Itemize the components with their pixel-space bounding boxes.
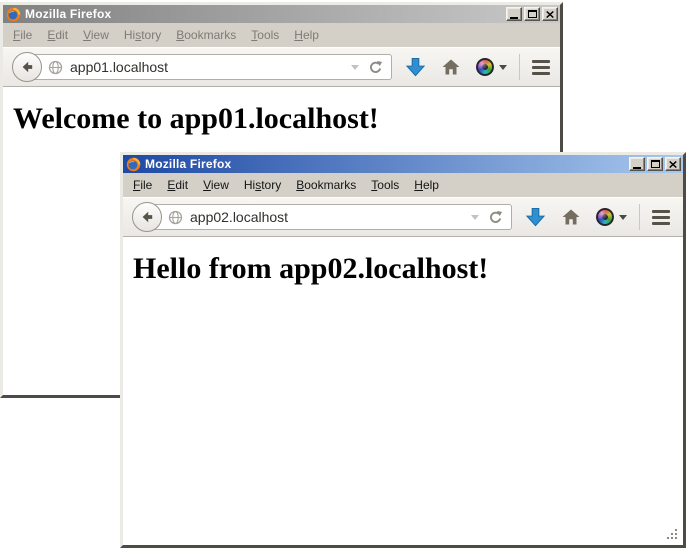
menu-history[interactable]: History bbox=[244, 178, 281, 192]
color-wheel-button[interactable] bbox=[596, 208, 627, 226]
toolbar-separator bbox=[519, 54, 520, 80]
menu-bookmarks[interactable]: Bookmarks bbox=[296, 178, 356, 192]
minimize-button[interactable] bbox=[506, 7, 522, 21]
back-button[interactable] bbox=[12, 52, 42, 82]
site-globe-icon bbox=[168, 210, 183, 225]
downloads-button[interactable] bbox=[405, 57, 426, 78]
window-controls bbox=[629, 157, 681, 171]
home-button[interactable] bbox=[561, 207, 581, 227]
menu-edit[interactable]: Edit bbox=[47, 28, 68, 42]
menu-history[interactable]: History bbox=[124, 28, 161, 42]
titlebar[interactable]: Mozilla Firefox bbox=[3, 5, 560, 23]
menu-view[interactable]: View bbox=[83, 28, 109, 42]
menu-bar: File Edit View History Bookmarks Tools H… bbox=[3, 23, 560, 47]
reload-button[interactable] bbox=[368, 60, 383, 75]
toolbar-separator bbox=[639, 204, 640, 230]
maximize-icon bbox=[651, 160, 660, 168]
color-wheel-icon bbox=[476, 58, 494, 76]
color-wheel-icon bbox=[596, 208, 614, 226]
menu-tools[interactable]: Tools bbox=[251, 28, 279, 42]
back-button[interactable] bbox=[132, 202, 162, 232]
window-title: Mozilla Firefox bbox=[145, 157, 629, 171]
firefox-icon bbox=[126, 157, 141, 172]
menu-tools[interactable]: Tools bbox=[371, 178, 399, 192]
page-content: Hello from app02.localhost! bbox=[123, 237, 683, 545]
menu-view[interactable]: View bbox=[203, 178, 229, 192]
maximize-icon bbox=[528, 10, 537, 18]
window-controls bbox=[506, 7, 558, 21]
home-button[interactable] bbox=[441, 57, 461, 77]
close-icon bbox=[546, 11, 554, 18]
downloads-button[interactable] bbox=[525, 207, 546, 228]
urlbar-dropdown-icon[interactable] bbox=[471, 215, 479, 220]
reload-button[interactable] bbox=[488, 210, 503, 225]
close-button[interactable] bbox=[665, 157, 681, 171]
site-globe-icon bbox=[48, 60, 63, 75]
back-icon bbox=[139, 209, 155, 225]
firefox-icon bbox=[6, 7, 21, 22]
url-text[interactable]: app02.localhost bbox=[190, 209, 471, 225]
resize-grip[interactable] bbox=[667, 529, 681, 543]
menu-file[interactable]: File bbox=[13, 28, 32, 42]
close-button[interactable] bbox=[542, 7, 558, 21]
url-text[interactable]: app01.localhost bbox=[70, 59, 351, 75]
url-bar[interactable]: app02.localhost bbox=[146, 204, 512, 230]
dropdown-caret-icon bbox=[499, 65, 507, 70]
minimize-button[interactable] bbox=[629, 157, 645, 171]
navigation-toolbar: app01.localhost bbox=[3, 47, 560, 87]
navigation-toolbar: app02.localhost bbox=[123, 197, 683, 237]
titlebar[interactable]: Mozilla Firefox bbox=[123, 155, 683, 173]
back-icon bbox=[19, 59, 35, 75]
color-wheel-button[interactable] bbox=[476, 58, 507, 76]
window-title: Mozilla Firefox bbox=[25, 7, 506, 21]
menu-file[interactable]: File bbox=[133, 178, 152, 192]
hamburger-menu-button[interactable] bbox=[532, 60, 550, 75]
menu-bar: File Edit View History Bookmarks Tools H… bbox=[123, 173, 683, 197]
maximize-button[interactable] bbox=[647, 157, 663, 171]
urlbar-dropdown-icon[interactable] bbox=[351, 65, 359, 70]
firefox-window-app02: Mozilla Firefox File Edit View History B… bbox=[120, 152, 686, 548]
minimize-icon bbox=[510, 17, 518, 19]
menu-help[interactable]: Help bbox=[414, 178, 439, 192]
dropdown-caret-icon bbox=[619, 215, 627, 220]
page-heading: Hello from app02.localhost! bbox=[133, 252, 683, 286]
maximize-button[interactable] bbox=[524, 7, 540, 21]
menu-help[interactable]: Help bbox=[294, 28, 319, 42]
minimize-icon bbox=[633, 167, 641, 169]
page-heading: Welcome to app01.localhost! bbox=[13, 102, 560, 136]
url-bar[interactable]: app01.localhost bbox=[26, 54, 392, 80]
hamburger-menu-button[interactable] bbox=[652, 210, 670, 225]
close-icon bbox=[669, 161, 677, 168]
menu-bookmarks[interactable]: Bookmarks bbox=[176, 28, 236, 42]
menu-edit[interactable]: Edit bbox=[167, 178, 188, 192]
